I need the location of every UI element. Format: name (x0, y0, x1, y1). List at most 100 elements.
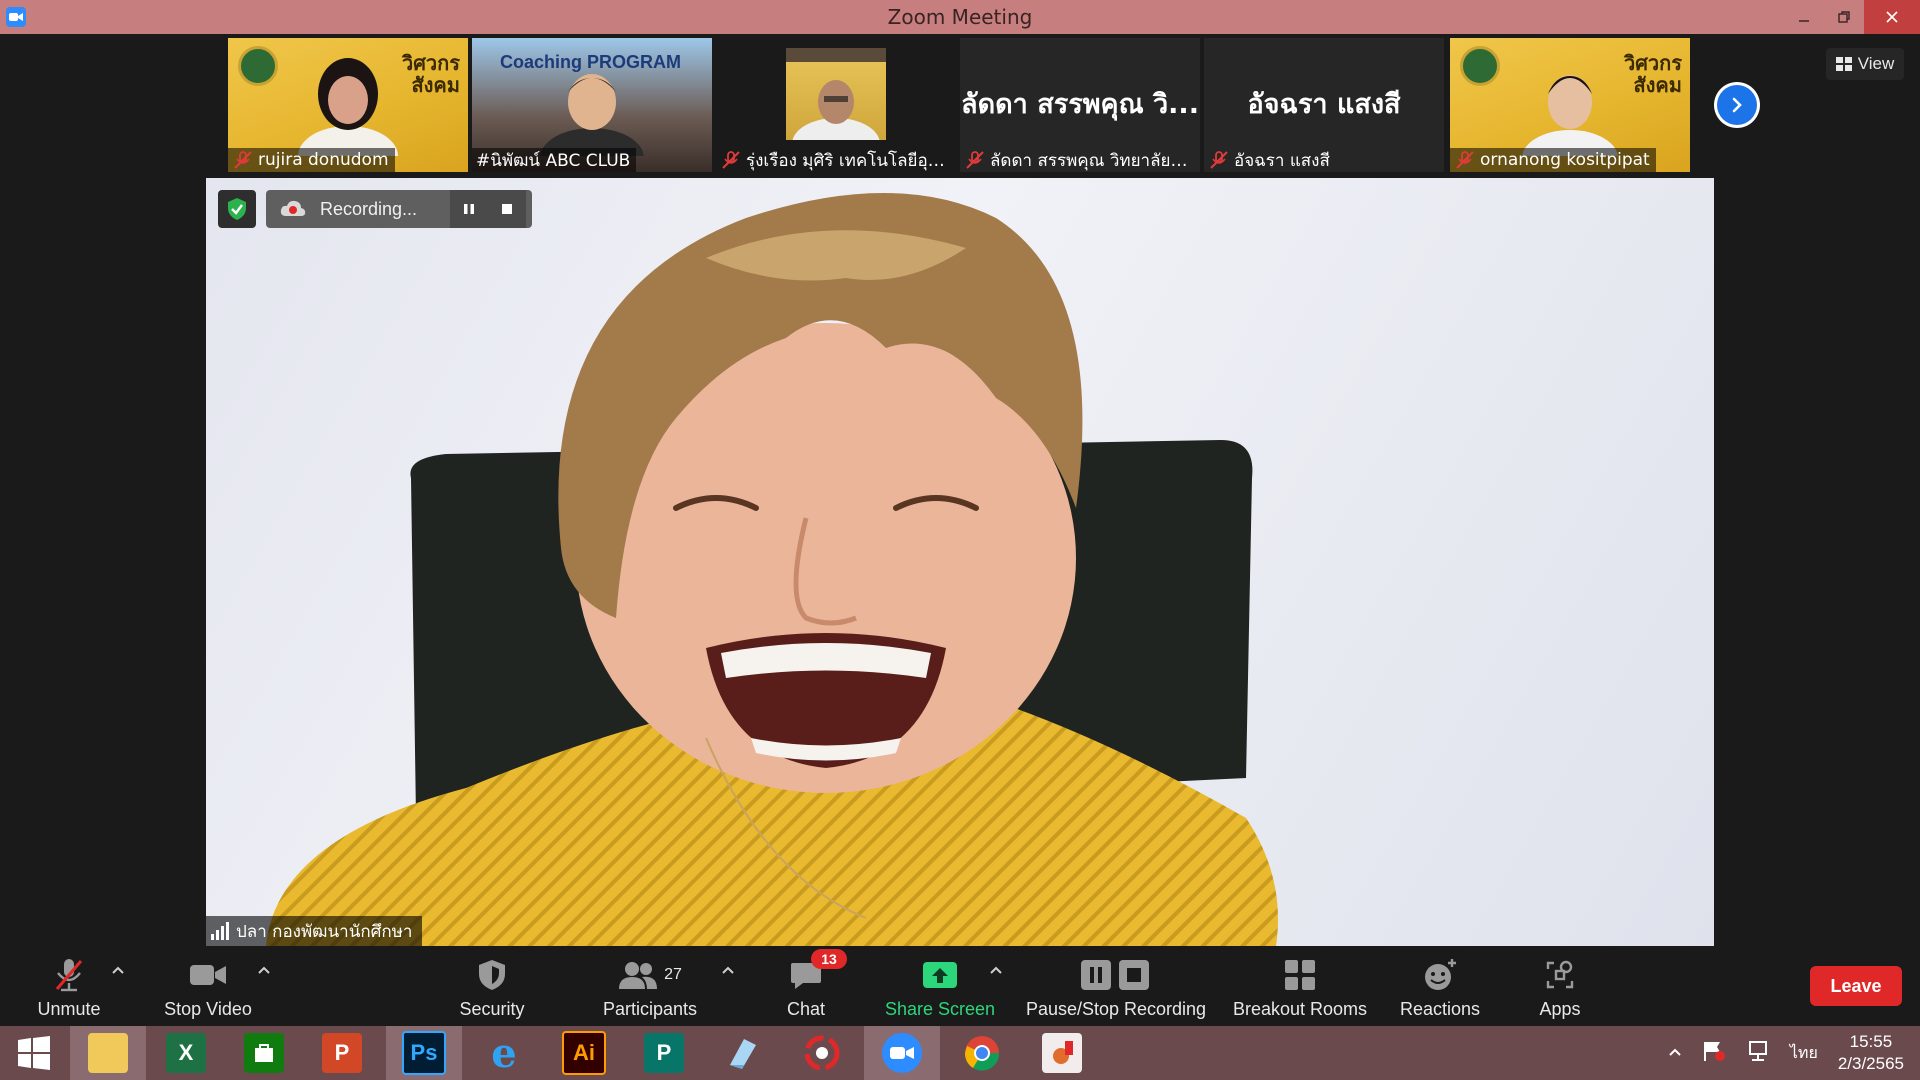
taskbar-chrome[interactable] (944, 1026, 1020, 1080)
leave-button[interactable]: Leave (1810, 966, 1902, 1006)
taskbar-app[interactable] (704, 1026, 780, 1080)
pause-stop-recording-label: Pause/Stop Recording (1025, 999, 1207, 1019)
video-tile[interactable]: ลัดดา สรรพคุณ วิ... ลัดดา สรรพคุณ วิทยาล… (960, 38, 1200, 172)
taskbar-store[interactable] (226, 1026, 302, 1080)
participants-icon-group: 27 (618, 955, 682, 995)
video-tile[interactable]: วิศวกร สังคม ornanong kositpipat (1450, 38, 1690, 172)
chevron-up-icon[interactable] (720, 964, 736, 976)
unmute-button[interactable]: Unmute (20, 946, 118, 1026)
speaker-name: ปลา กองพัฒนานักศึกษา (236, 921, 413, 942)
gallery-strip: วิศวกร สังคม rujira donudom Coaching PRO… (0, 34, 1920, 178)
chat-button[interactable]: 13 Chat (776, 946, 847, 1026)
minimize-icon[interactable] (1784, 0, 1824, 34)
logo-icon (1460, 46, 1500, 86)
meeting-toolbar: Unmute Stop Video Security 27 Participan… (0, 946, 1920, 1026)
flag-icon[interactable] (1702, 1040, 1726, 1067)
shield-icon (475, 955, 509, 995)
chat-label: Chat (786, 999, 826, 1019)
grid-icon (1835, 57, 1852, 71)
mic-muted-icon (49, 955, 89, 995)
chevron-up-icon[interactable] (1668, 1044, 1682, 1062)
tile-banner: วิศวกร สังคม (1623, 51, 1682, 97)
chevron-up-icon[interactable] (110, 964, 126, 976)
stop-video-label: Stop Video (164, 999, 252, 1019)
security-label: Security (459, 999, 525, 1019)
video-camera-icon (188, 955, 228, 995)
participant-video (540, 74, 644, 156)
internet-explorer-icon: e (491, 1029, 517, 1077)
chevron-up-icon[interactable] (988, 964, 1004, 976)
recording-controls-icon (1079, 955, 1153, 995)
chevron-up-icon[interactable] (256, 964, 272, 976)
language-indicator[interactable]: ไทย (1790, 1041, 1818, 1066)
participant-video (1522, 75, 1618, 156)
taskbar-photoshop[interactable]: Ps (386, 1026, 462, 1080)
breakout-rooms-label: Breakout Rooms (1232, 999, 1368, 1019)
chrome-icon (962, 1033, 1002, 1073)
stop-video-button[interactable]: Stop Video (156, 946, 260, 1026)
cloud-record-icon (280, 200, 306, 216)
participants-count: 27 (664, 966, 682, 983)
windows-logo-icon (18, 1036, 50, 1070)
recording-indicator: Recording... (266, 190, 532, 228)
stop-recording-icon[interactable] (488, 190, 526, 228)
participants-icon (619, 962, 658, 989)
mic-muted-icon (966, 151, 984, 169)
shield-check-icon[interactable] (218, 190, 256, 228)
paint-icon (1042, 1033, 1082, 1073)
mic-muted-icon (234, 151, 252, 169)
reactions-button[interactable]: Reactions (1390, 946, 1490, 1026)
pause-recording-icon[interactable] (450, 190, 488, 228)
participant-name: #นิพัฒน์ ABC CLUB (476, 150, 631, 171)
mic-muted-icon (722, 151, 740, 169)
photoshop-icon: Ps (402, 1031, 446, 1075)
taskbar-file-explorer[interactable] (70, 1026, 146, 1080)
taskbar-zoom[interactable] (864, 1026, 940, 1080)
taskbar-powerpoint[interactable]: P (304, 1026, 380, 1080)
taskbar-publisher[interactable]: P (626, 1026, 702, 1080)
breakout-rooms-button[interactable]: Breakout Rooms (1226, 946, 1374, 1026)
taskbar-photoscape[interactable] (784, 1026, 860, 1080)
participant-video (298, 58, 398, 156)
recording-label: Recording... (320, 198, 418, 219)
speaker-video-frame (266, 193, 1278, 946)
video-tile[interactable]: รุ่งเรือง มุศิริ เทคโนโลยีอุตสา... (716, 38, 956, 172)
security-button[interactable]: Security (452, 946, 532, 1026)
tile-banner: วิศวกร สังคม (401, 51, 460, 97)
participants-label: Participants (602, 999, 698, 1019)
taskbar-excel[interactable]: X (148, 1026, 224, 1080)
pause-stop-recording-button[interactable]: Pause/Stop Recording (1024, 946, 1208, 1026)
view-label: View (1857, 54, 1895, 73)
mic-muted-icon (1210, 151, 1228, 169)
apps-button[interactable]: Apps (1526, 946, 1594, 1026)
restore-icon[interactable] (1824, 0, 1864, 34)
share-screen-icon (921, 955, 959, 995)
participants-button[interactable]: 27 Participants (594, 946, 706, 1026)
zoom-icon (882, 1033, 922, 1073)
illustrator-icon: Ai (562, 1031, 606, 1075)
video-tile[interactable]: อัจฉรา แสงสี อัจฉรา แสงสี (1204, 38, 1444, 172)
taskbar-internet-explorer[interactable]: e (466, 1026, 542, 1080)
folder-icon (88, 1033, 128, 1073)
close-icon[interactable] (1864, 0, 1920, 34)
apps-icon (1544, 955, 1576, 995)
participant-name: อัจฉรา แสงสี (1234, 150, 1330, 171)
taskbar-illustrator[interactable]: Ai (546, 1026, 622, 1080)
taskbar-paint[interactable] (1024, 1026, 1100, 1080)
publisher-icon: P (644, 1033, 684, 1073)
signal-bars-icon (211, 922, 229, 940)
chevron-right-icon (1717, 85, 1757, 125)
share-screen-button[interactable]: Share Screen (878, 946, 1002, 1026)
participant-video (786, 48, 886, 170)
reactions-label: Reactions (1399, 999, 1481, 1019)
start-button[interactable] (0, 1026, 68, 1080)
next-page-button[interactable] (1714, 82, 1760, 128)
participant-name: ลัดดา สรรพคุณ วิทยาลัยกา... (990, 150, 1194, 171)
network-icon[interactable] (1746, 1040, 1770, 1067)
taskbar-clock[interactable]: 15:55 2/3/2565 (1838, 1031, 1904, 1075)
view-button[interactable]: View (1826, 48, 1904, 80)
video-tile[interactable]: วิศวกร สังคม rujira donudom (228, 38, 468, 172)
video-tile[interactable]: Coaching PROGRAM #นิพัฒน์ ABC CLUB (472, 38, 712, 172)
zoom-app-icon[interactable] (6, 7, 26, 27)
mic-muted-icon (1456, 151, 1474, 169)
